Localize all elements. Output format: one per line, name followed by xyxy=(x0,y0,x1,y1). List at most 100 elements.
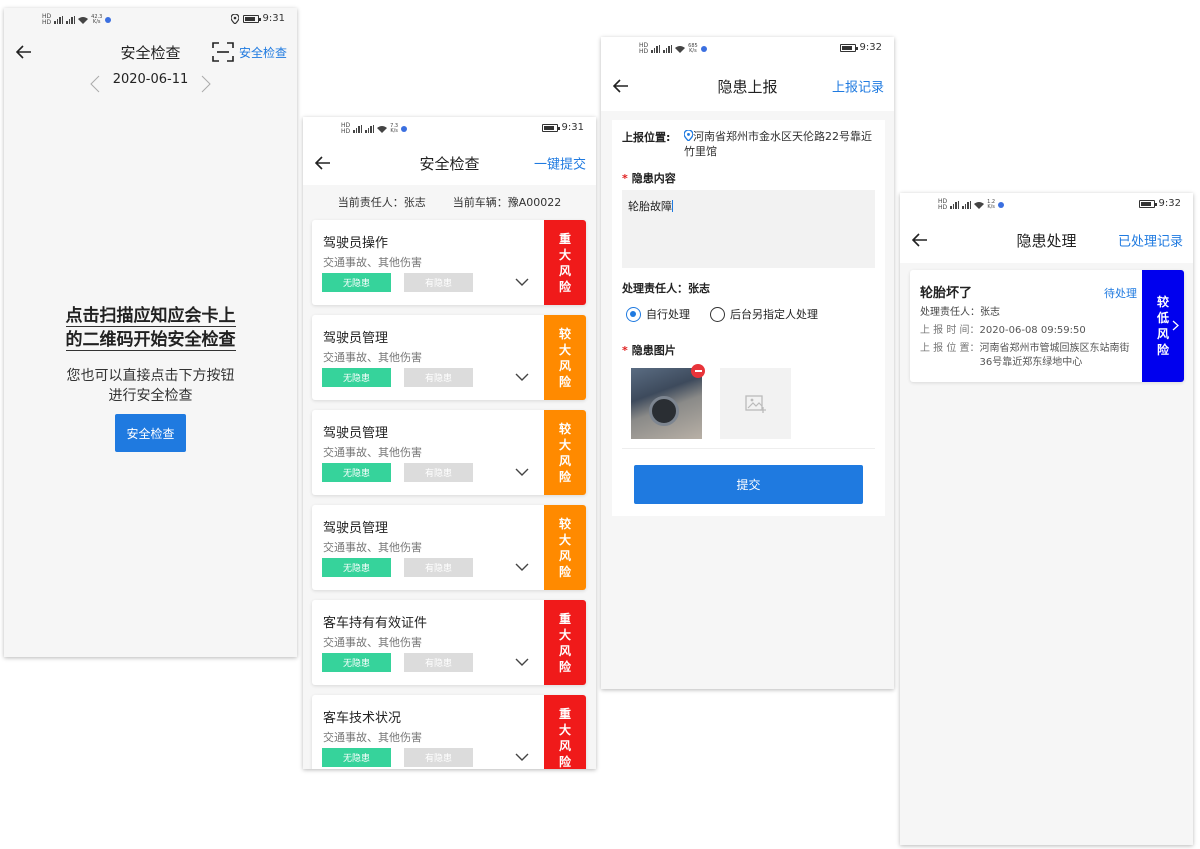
check-item-card[interactable]: 驾驶员管理交通事故、其他伤害无隐患 有隐患 较大风险 xyxy=(312,315,586,400)
wifi-icon xyxy=(78,17,89,24)
check-item-card[interactable]: 驾驶员管理 交通事故、其他伤害 无隐患 有隐患 较大风险 xyxy=(312,505,586,590)
hazard-handler: 处理责任人：张志 xyxy=(920,307,1000,318)
chevron-down-icon[interactable] xyxy=(515,468,529,477)
radio-self-handle[interactable]: 自行处理 xyxy=(626,306,690,322)
check-item-title: 驾驶员管理 xyxy=(323,331,389,346)
hazard-title: 轮胎坏了 xyxy=(920,286,973,301)
wifi-icon xyxy=(377,126,388,133)
status-bar: HD HD 42.3 K/s 9:31 xyxy=(4,8,297,32)
check-item-card[interactable]: 驾驶员管理 交通事故、其他伤害 无隐患 有隐患 较大风险 xyxy=(312,410,586,495)
check-item-card[interactable]: 客车持有有效证件 交通事故、其他伤害 无隐患 有隐患 重大风险 xyxy=(312,600,586,685)
status-icons: HD HD 42.3 K/s xyxy=(42,14,112,26)
scan-button[interactable]: 安全检查 xyxy=(212,42,287,62)
status-icons: HD HD 685 K/s xyxy=(639,43,707,55)
start-check-button[interactable]: 安全检查 xyxy=(115,414,186,452)
signal-icon xyxy=(54,16,64,24)
clock: 9:32 xyxy=(859,42,882,53)
app-notify-icon xyxy=(998,202,1005,208)
check-item-card[interactable]: 客车技术状况 交通事故、其他伤害 无隐患 有隐患 重大风险 xyxy=(312,695,586,769)
screen-hazard-handling: HD HD 1.2 K/s 9:32 隐患处理 已处理记录 轮胎坏了 待处理 处理责… xyxy=(900,193,1193,845)
current-info: 当前责任人：张志 当前车辆：豫A00022 xyxy=(303,194,596,210)
risk-badge: 重大风险 xyxy=(544,695,586,769)
chevron-down-icon[interactable] xyxy=(515,278,529,287)
no-hazard-button[interactable]: 无隐患 xyxy=(322,748,391,767)
check-item-title: 驾驶员管理 xyxy=(323,426,389,441)
photo-label: * 隐患图片 xyxy=(622,344,676,357)
chevron-down-icon[interactable] xyxy=(515,563,529,572)
location-label: 上报位置: xyxy=(622,131,671,144)
chevron-down-icon[interactable] xyxy=(515,753,529,762)
signal-icon xyxy=(651,45,661,53)
page-title: 安全检查 xyxy=(120,43,181,62)
check-item-card[interactable]: 驾驶员操作 交通事故、其他伤害 无隐患 有隐患 重大风险 xyxy=(312,220,586,305)
no-hazard-button[interactable]: 无隐患 xyxy=(322,273,391,292)
submit-all-button[interactable]: 一键提交 xyxy=(534,154,586,173)
status-icons: HD HD 7.3 K/s xyxy=(341,123,408,135)
nav-header: 安全检查 安全检查 xyxy=(4,35,297,69)
chevron-down-icon[interactable] xyxy=(515,658,529,667)
no-hazard-button[interactable]: 无隐患 xyxy=(322,368,391,387)
back-arrow-icon[interactable] xyxy=(613,79,629,93)
net-speed: 1.2 K/s xyxy=(987,199,996,210)
has-hazard-button[interactable]: 有隐患 xyxy=(404,558,473,577)
risk-badge: 较大风险 xyxy=(544,505,586,590)
risk-badge: 重大风险 xyxy=(544,220,586,305)
has-hazard-button[interactable]: 有隐患 xyxy=(404,748,473,767)
status-bar: HD HD 1.2 K/s 9:32 xyxy=(900,193,1193,217)
status-bar: HD HD 685 K/s 9:32 xyxy=(601,37,894,61)
has-hazard-button[interactable]: 有隐患 xyxy=(404,273,473,292)
signal-icon xyxy=(353,125,363,133)
nav-header: 安全检查 一键提交 xyxy=(303,141,596,185)
remove-photo-icon[interactable] xyxy=(691,364,705,378)
location-value: 河南省郑州市金水区天伦路22号靠近竹里馆 xyxy=(683,129,872,158)
handled-records-link[interactable]: 已处理记录 xyxy=(1118,231,1183,250)
check-item-title: 驾驶员管理 xyxy=(323,521,389,536)
clock: 9:32 xyxy=(1158,198,1181,209)
report-records-link[interactable]: 上报记录 xyxy=(832,77,884,96)
hazard-form: 上报位置: 河南省郑州市金水区天伦路22号靠近竹里馆 * 隐患内容 轮胎故障 处理… xyxy=(612,120,885,516)
battery-icon xyxy=(242,14,261,23)
check-item-subtitle: 交通事故、其他伤害 xyxy=(323,351,422,364)
has-hazard-button[interactable]: 有隐患 xyxy=(404,463,473,482)
battery-icon xyxy=(839,43,858,52)
signal-icon xyxy=(66,16,76,24)
hazard-card[interactable]: 轮胎坏了 待处理 处理责任人：张志 上 报 时 间：2020-06-08 09:… xyxy=(910,270,1184,382)
scan-hint: 您也可以直接点击下方按钮 进行安全检查 xyxy=(4,366,297,406)
chevron-down-icon[interactable] xyxy=(515,373,529,382)
no-hazard-button[interactable]: 无隐患 xyxy=(322,558,391,577)
status-right: 9:32 xyxy=(839,42,882,53)
submit-button[interactable]: 提交 xyxy=(634,465,863,504)
nav-header: 隐患处理 已处理记录 xyxy=(900,217,1193,263)
back-arrow-icon[interactable] xyxy=(16,45,32,59)
scan-icon xyxy=(212,42,234,62)
risk-badge: 较大风险 xyxy=(544,315,586,400)
location-pin-icon xyxy=(683,129,694,142)
has-hazard-button[interactable]: 有隐患 xyxy=(404,368,473,387)
app-notify-icon xyxy=(401,126,408,132)
signal-icon xyxy=(663,45,673,53)
no-hazard-button[interactable]: 无隐患 xyxy=(322,653,391,672)
current-person: 当前责任人：张志 xyxy=(337,196,426,209)
battery-icon xyxy=(1138,199,1157,208)
back-arrow-icon[interactable] xyxy=(315,156,331,170)
no-hazard-button[interactable]: 无隐患 xyxy=(322,463,391,482)
app-notify-icon xyxy=(700,46,707,52)
has-hazard-button[interactable]: 有隐患 xyxy=(404,653,473,672)
check-item-title: 客车持有有效证件 xyxy=(323,616,428,631)
divider xyxy=(622,448,875,449)
add-image-icon xyxy=(744,394,766,413)
scan-hint-line2: 进行安全检查 xyxy=(108,388,193,404)
current-vehicle: 当前车辆：豫A00022 xyxy=(452,196,562,209)
net-speed: 42.3 K/s xyxy=(91,14,103,25)
check-item-subtitle: 交通事故、其他伤害 xyxy=(323,256,422,269)
status-right: 9:31 xyxy=(541,122,584,133)
next-date-icon[interactable] xyxy=(201,75,211,93)
hd-icon: HD HD xyxy=(639,42,649,55)
radio-backend-handle[interactable]: 后台另指定人处理 xyxy=(710,306,818,322)
add-photo-button[interactable] xyxy=(720,368,791,439)
back-arrow-icon[interactable] xyxy=(912,233,928,247)
screen-hazard-report: HD HD 685 K/s 9:32 隐患上报 上报记录 上报位置: 河南省郑州市金… xyxy=(601,37,894,689)
hazard-photo[interactable] xyxy=(631,368,702,439)
hazard-content-input[interactable]: 轮胎故障 xyxy=(622,190,875,268)
status-badge: 待处理 xyxy=(1104,287,1137,300)
